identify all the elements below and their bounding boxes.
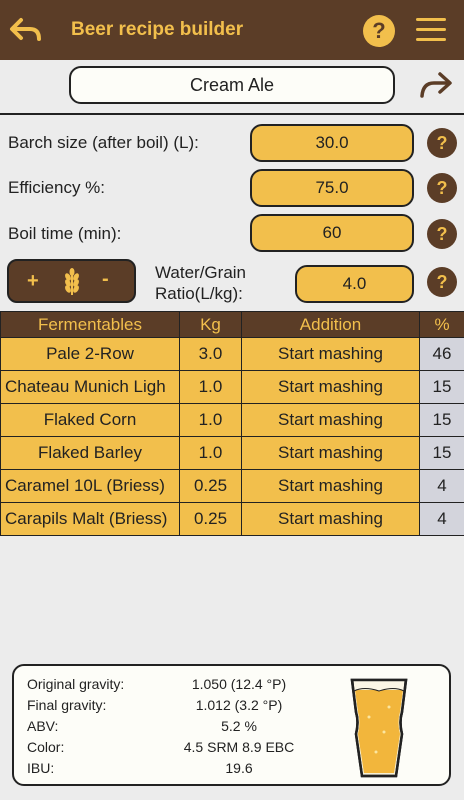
col-kg[interactable]: Kg (179, 311, 242, 338)
col-addition[interactable]: Addition (241, 311, 420, 338)
fermentable-percent: 4 (419, 469, 464, 503)
fermentable-percent: 46 (419, 337, 464, 371)
water-grain-ratio-input[interactable]: 4.0 (295, 265, 414, 303)
add-fermentable-button[interactable]: + (27, 271, 39, 291)
fg-value: 1.012 (3.2 °P) (195, 697, 283, 713)
fermentable-addition[interactable]: Start mashing (241, 370, 420, 404)
color-label: Color: (27, 739, 65, 755)
col-percent[interactable]: % (419, 311, 464, 338)
og-value: 1.050 (12.4 °P) (191, 676, 287, 692)
fermentable-kg[interactable]: 1.0 (179, 370, 242, 404)
water-grain-ratio-label: Water/Grain Ratio(L/kg): (155, 262, 246, 304)
ibu-label: IBU: (27, 760, 55, 776)
ratio-help-icon[interactable]: ? (427, 267, 457, 297)
table-header-row: Fermentables Kg Addition % (0, 311, 464, 338)
col-fermentables[interactable]: Fermentables (0, 311, 180, 338)
fermentable-kg[interactable]: 0.25 (179, 469, 242, 503)
abv-value: 5.2 % (221, 718, 257, 734)
fermentable-name[interactable]: Carapils Malt (Briess) (0, 502, 180, 536)
back-arrow-icon (10, 18, 41, 41)
fermentable-name[interactable]: Chateau Munich Ligh (0, 370, 180, 404)
fermentable-addition[interactable]: Start mashing (241, 502, 420, 536)
fermentable-name[interactable]: Pale 2-Row (0, 337, 180, 371)
remove-fermentable-button[interactable]: - (102, 269, 109, 289)
back-button[interactable] (8, 12, 44, 48)
menu-icon[interactable] (416, 18, 446, 42)
fermentable-addition[interactable]: Start mashing (241, 436, 420, 470)
batch-size-input[interactable]: 30.0 (250, 124, 414, 162)
beer-glass-icon (350, 678, 408, 778)
fermentable-percent: 15 (419, 436, 464, 470)
page-title: Beer recipe builder (71, 19, 244, 40)
batch-size-help-icon[interactable]: ? (427, 128, 457, 158)
share-button[interactable] (418, 70, 454, 100)
table-row[interactable]: Pale 2-Row 3.0 Start mashing 46 (0, 337, 464, 371)
recipe-name-input[interactable]: Cream Ale (69, 66, 395, 104)
fermentable-name[interactable]: Flaked Corn (0, 403, 180, 437)
ratio-label-line1: Water/Grain (155, 263, 247, 282)
efficiency-input[interactable]: 75.0 (250, 169, 414, 207)
fermentable-addition[interactable]: Start mashing (241, 469, 420, 503)
ibu-value: 19.6 (225, 760, 253, 776)
table-row[interactable]: Caramel 10L (Briess) 0.25 Start mashing … (0, 469, 464, 503)
fermentable-kg[interactable]: 3.0 (179, 337, 242, 371)
help-icon[interactable]: ? (363, 15, 395, 47)
fermentable-kg[interactable]: 0.25 (179, 502, 242, 536)
fermentable-name[interactable]: Flaked Barley (0, 436, 180, 470)
efficiency-help-icon[interactable]: ? (427, 173, 457, 203)
fermentable-addition[interactable]: Start mashing (241, 337, 420, 371)
fermentable-addition[interactable]: Start mashing (241, 403, 420, 437)
fermentable-kg[interactable]: 1.0 (179, 436, 242, 470)
boil-time-help-icon[interactable]: ? (427, 219, 457, 249)
og-label: Original gravity: (27, 676, 125, 692)
fermentable-controls: + - (7, 259, 136, 303)
abv-label: ABV: (27, 718, 59, 734)
fermentables-table: Fermentables Kg Addition % Pale 2-Row 3.… (0, 311, 464, 536)
fg-label: Final gravity: (27, 697, 107, 713)
batch-size-label: Barch size (after boil) (L): (8, 133, 199, 152)
fermentable-kg[interactable]: 1.0 (179, 403, 242, 437)
wheat-icon (65, 268, 79, 295)
fermentable-percent: 15 (419, 403, 464, 437)
share-arrow-icon (420, 72, 452, 98)
fermentable-percent: 15 (419, 370, 464, 404)
divider (0, 113, 464, 115)
ratio-label-line2: Ratio(L/kg): (155, 284, 243, 303)
recipe-summary-panel: Original gravity: 1.050 (12.4 °P) Final … (12, 664, 451, 786)
fermentable-name[interactable]: Caramel 10L (Briess) (0, 469, 180, 503)
table-row[interactable]: Flaked Barley 1.0 Start mashing 15 (0, 436, 464, 470)
app-bar: Beer recipe builder ? (0, 0, 464, 60)
boil-time-input[interactable]: 60 (250, 214, 414, 252)
efficiency-label: Efficiency %: (8, 178, 106, 197)
boil-time-label: Boil time (min): (8, 224, 122, 243)
color-value: 4.5 SRM 8.9 EBC (183, 739, 295, 755)
table-row[interactable]: Chateau Munich Ligh 1.0 Start mashing 15 (0, 370, 464, 404)
table-row[interactable]: Carapils Malt (Briess) 0.25 Start mashin… (0, 502, 464, 536)
table-row[interactable]: Flaked Corn 1.0 Start mashing 15 (0, 403, 464, 437)
fermentable-percent: 4 (419, 502, 464, 536)
